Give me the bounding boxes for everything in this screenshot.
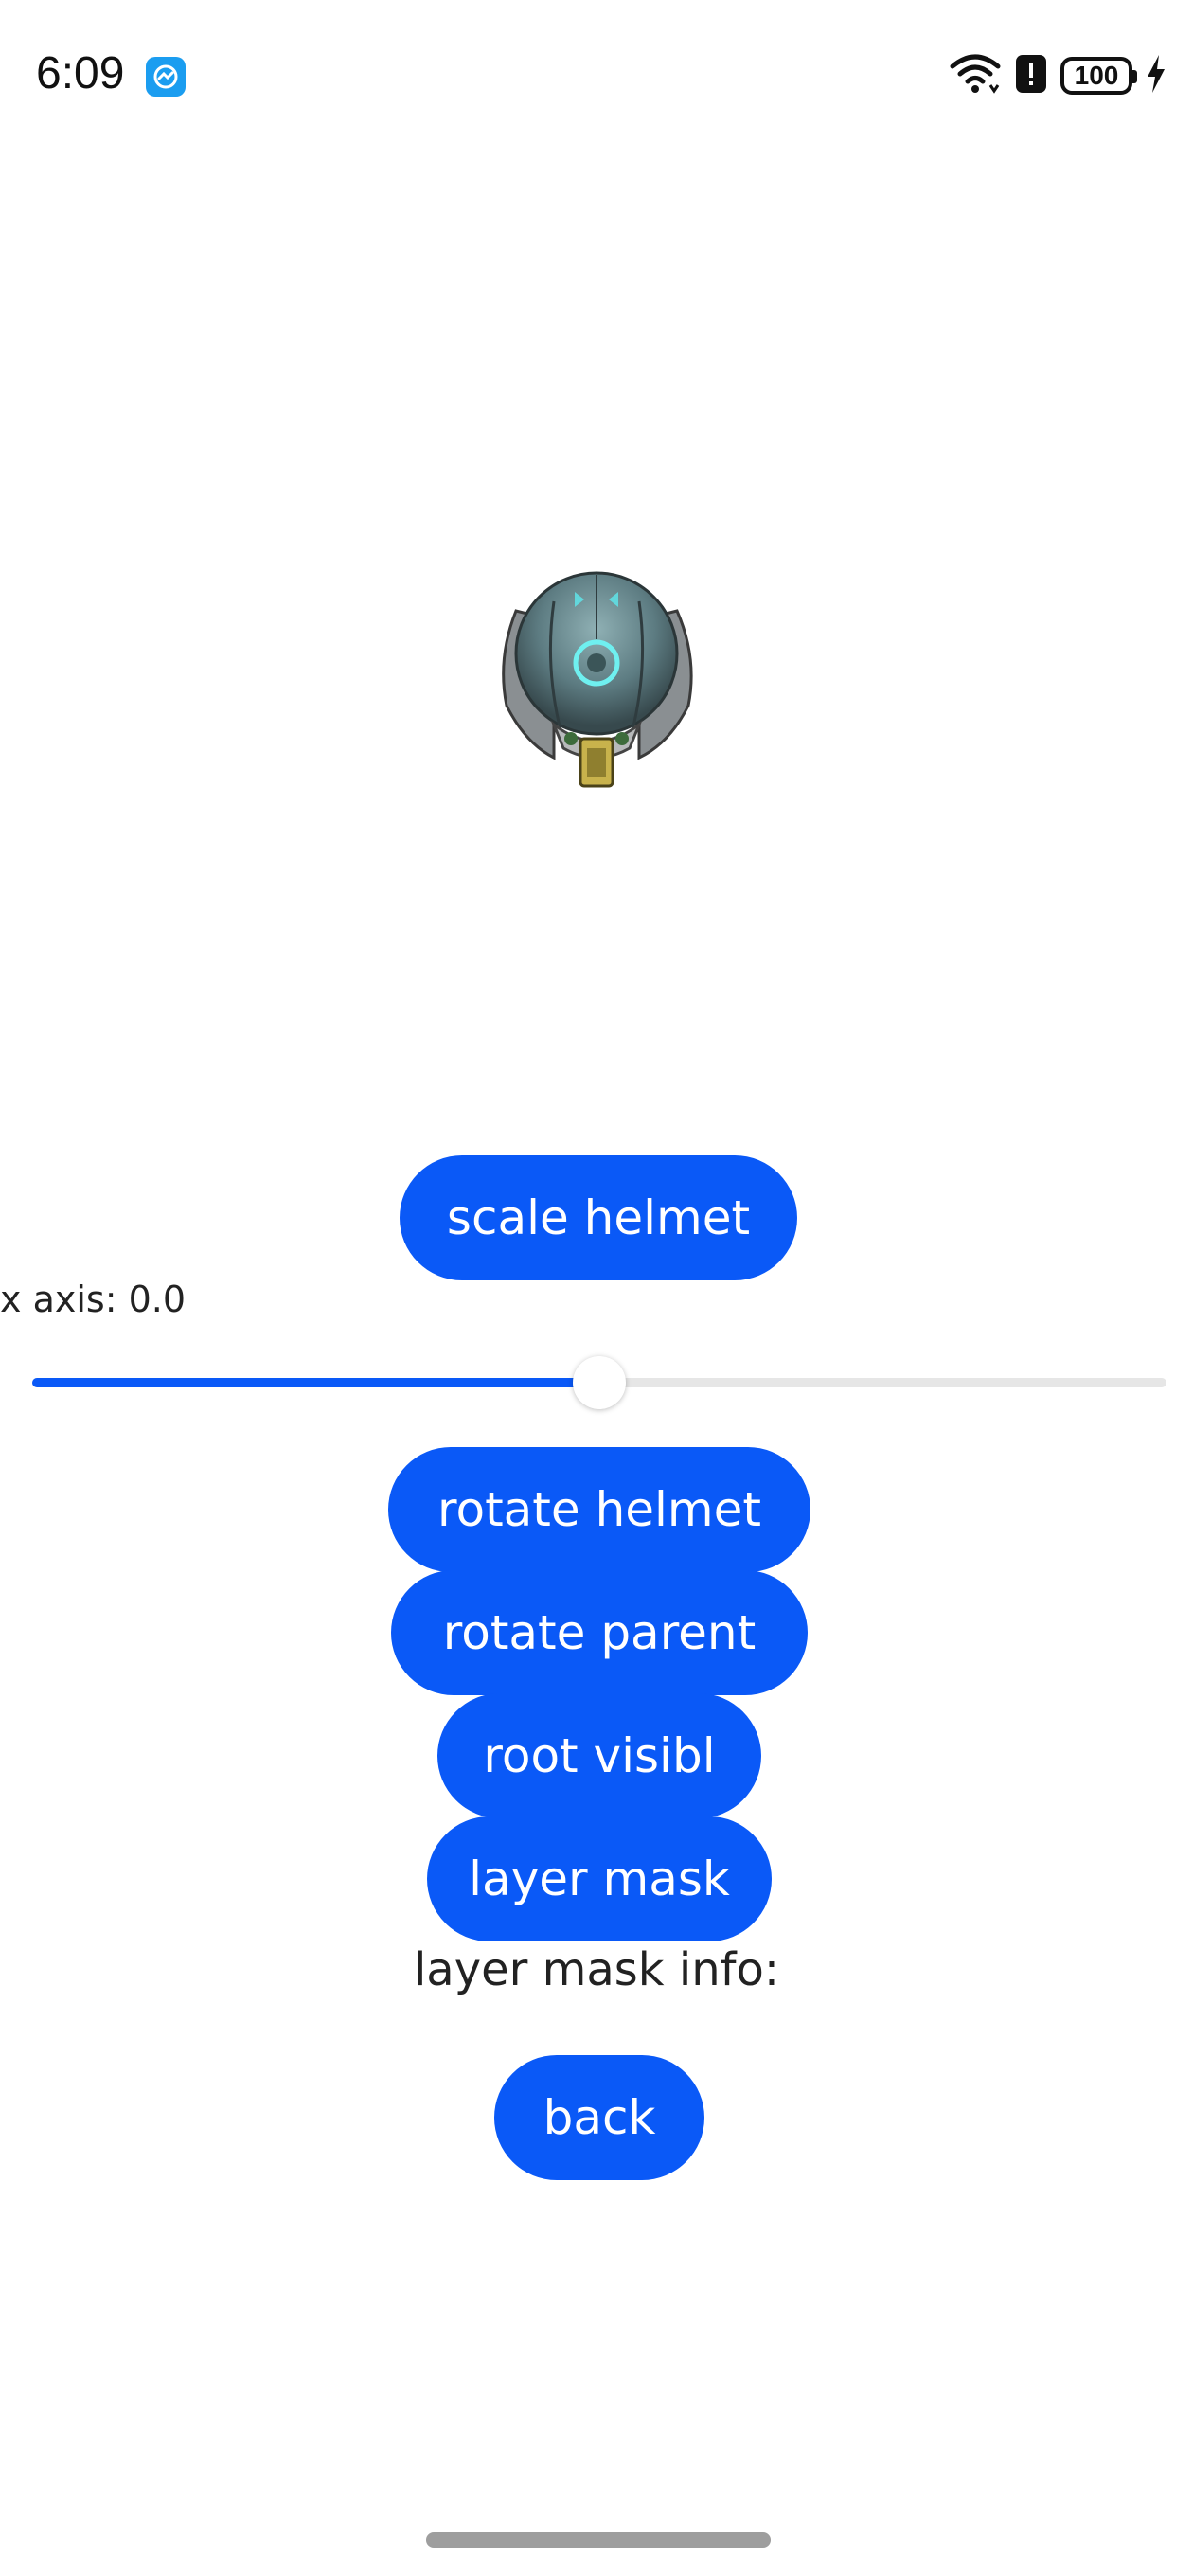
rotate-helmet-button[interactable]: rotate helmet <box>388 1447 810 1572</box>
app-notification-icon <box>146 57 186 97</box>
back-button[interactable]: back <box>494 2055 704 2180</box>
home-indicator[interactable] <box>426 2532 771 2548</box>
layer-mask-info: layer mask info: <box>413 1943 780 1996</box>
slider-thumb[interactable] <box>573 1356 626 1409</box>
root-visible-button[interactable]: root visibl <box>437 1693 761 1818</box>
charging-icon <box>1146 54 1166 98</box>
scale-helmet-button[interactable]: scale helmet <box>400 1155 797 1280</box>
layer-mask-button[interactable]: layer mask <box>427 1816 772 1941</box>
status-icons: 100 <box>949 53 1166 98</box>
helmet-model <box>488 554 705 791</box>
wifi-icon <box>949 53 1002 98</box>
battery-icon: 100 <box>1060 57 1137 95</box>
status-time: 6:09 <box>36 48 125 98</box>
slider-fill <box>32 1378 599 1387</box>
x-axis-label: x axis: 0.0 <box>0 1279 187 1320</box>
alert-icon <box>1015 54 1047 98</box>
rotate-parent-button[interactable]: rotate parent <box>391 1570 808 1695</box>
x-axis-slider[interactable] <box>32 1356 1166 1409</box>
